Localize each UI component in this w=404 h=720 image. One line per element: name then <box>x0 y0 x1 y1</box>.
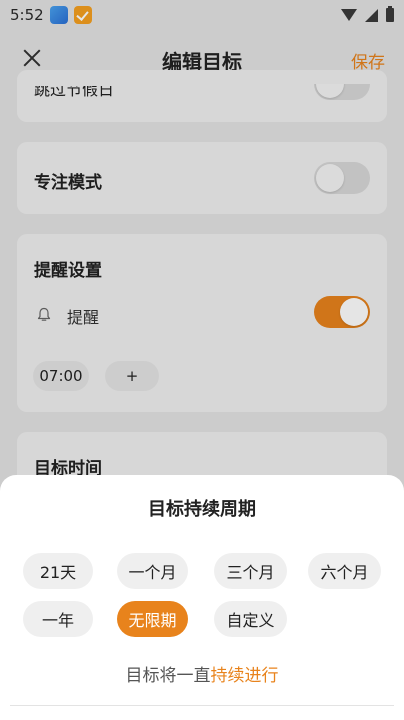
sheet-title: 目标持续周期 <box>148 499 256 520</box>
duration-bottom-sheet: 目标持续周期 21天 一个月 三个月 六个月 一年 无限期 自定义 目标将一直持… <box>0 475 404 720</box>
option-21-days[interactable]: 21天 <box>23 553 93 589</box>
duration-description: 目标将一直持续进行 <box>0 661 404 686</box>
description-prefix: 目标将一直 <box>125 666 211 686</box>
option-six-months[interactable]: 六个月 <box>308 553 381 589</box>
option-unlimited[interactable]: 无限期 <box>117 601 188 637</box>
description-highlight: 持续进行 <box>210 666 279 686</box>
option-one-year[interactable]: 一年 <box>23 601 93 637</box>
option-three-months[interactable]: 三个月 <box>214 553 287 589</box>
option-custom[interactable]: 自定义 <box>214 601 287 637</box>
option-one-month[interactable]: 一个月 <box>117 553 188 589</box>
sheet-divider <box>10 705 394 706</box>
